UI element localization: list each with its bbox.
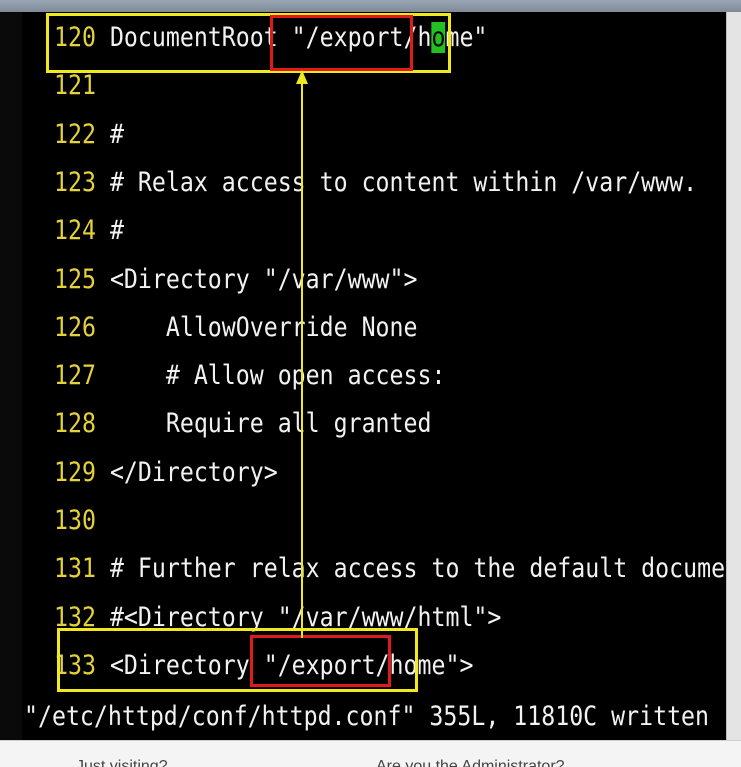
line-number: 123 xyxy=(54,166,96,198)
line-text: # Allow open access: xyxy=(109,360,446,392)
line-text: # Relax access to content within /var/ww… xyxy=(109,166,698,198)
highlight-box-documentroot-path xyxy=(270,15,413,71)
line-text: AllowOverride None xyxy=(109,311,418,343)
vertical-scrollbar[interactable] xyxy=(726,12,741,747)
editor-line[interactable]: 131 # Further relax access to the defaul… xyxy=(22,547,741,591)
screen: 120 DocumentRoot "/export/home" 121 122 #… xyxy=(0,0,741,767)
background-page-strip: Just visiting? Are you the Administrator… xyxy=(0,740,741,767)
line-text: # xyxy=(109,215,124,247)
editor-line[interactable]: 128 Require all granted xyxy=(22,402,431,446)
just-visiting-text[interactable]: Just visiting? xyxy=(76,758,168,767)
editor-line[interactable]: 130 xyxy=(22,499,110,543)
line-number: 124 xyxy=(54,215,96,247)
vim-editor[interactable]: 120 DocumentRoot "/export/home" 121 122 #… xyxy=(22,12,741,732)
vim-status-message: "/etc/httpd/conf/httpd.conf" 355L, 11810… xyxy=(24,701,710,732)
line-text: # Further relax access to the default do… xyxy=(109,553,741,585)
line-number: 131 xyxy=(54,553,96,585)
editor-line[interactable]: 123 # Relax access to content within /va… xyxy=(22,161,697,205)
editor-line[interactable]: 129 </Directory> xyxy=(22,451,278,495)
editor-line[interactable]: 125 <Directory "/var/www"> xyxy=(22,258,418,302)
line-number: 128 xyxy=(54,408,96,440)
line-number: 125 xyxy=(54,263,96,295)
editor-line[interactable]: 127 # Allow open access: xyxy=(22,354,445,398)
line-text-after-cursor: me" xyxy=(445,22,488,53)
editor-line[interactable]: 122 # xyxy=(22,113,124,157)
editor-line[interactable]: 124 # xyxy=(22,209,124,253)
line-number: 126 xyxy=(54,311,96,343)
line-text: <Directory "/var/www"> xyxy=(109,263,418,295)
line-text: Require all granted xyxy=(109,408,432,440)
line-text: # xyxy=(109,118,124,150)
window-left-edge xyxy=(0,12,22,767)
line-number: 127 xyxy=(54,360,96,392)
editor-line[interactable]: 126 AllowOverride None xyxy=(22,306,418,350)
line-number: 129 xyxy=(54,456,96,488)
highlight-box-directory-path xyxy=(250,635,391,687)
line-number: 130 xyxy=(54,505,96,536)
window-titlebar[interactable] xyxy=(0,0,741,12)
line-number: 122 xyxy=(54,118,96,150)
administrator-text[interactable]: Are you the Administrator? xyxy=(376,758,565,767)
line-text: </Directory> xyxy=(109,456,278,488)
